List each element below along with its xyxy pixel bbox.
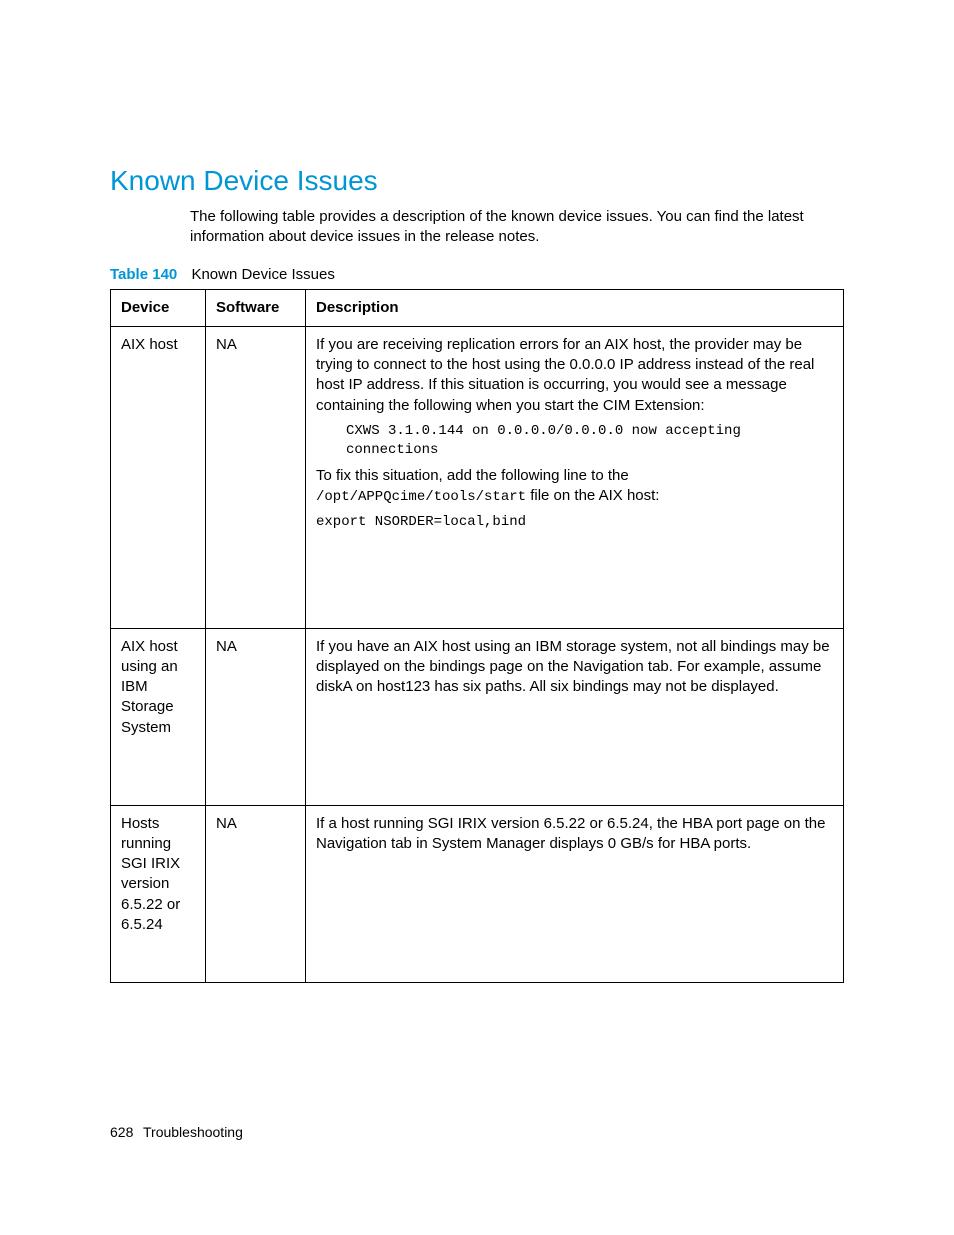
inline-code: /opt/APPQcime/tools/start xyxy=(316,489,526,505)
col-header-description: Description xyxy=(306,289,844,326)
cell-software: NA xyxy=(206,805,306,982)
cell-software: NA xyxy=(206,326,306,628)
cell-description: If you are receiving replication errors … xyxy=(306,326,844,628)
code-line: export NSORDER=local,bind xyxy=(316,513,833,532)
cell-description: If you have an AIX host using an IBM sto… xyxy=(306,628,844,805)
col-header-device: Device xyxy=(111,289,206,326)
cell-device: Hosts running SGI IRIX version 6.5.22 or… xyxy=(111,805,206,982)
document-page: Known Device Issues The following table … xyxy=(0,0,954,1235)
table-header-row: Device Software Description xyxy=(111,289,844,326)
table-title: Known Device Issues xyxy=(191,266,334,283)
table-row: Hosts running SGI IRIX version 6.5.22 or… xyxy=(111,805,844,982)
cell-description: If a host running SGI IRIX version 6.5.2… xyxy=(306,805,844,982)
col-header-software: Software xyxy=(206,289,306,326)
table-row: AIX host NA If you are receiving replica… xyxy=(111,326,844,628)
table-caption: Table 140 Known Device Issues xyxy=(110,266,844,283)
known-device-issues-table: Device Software Description AIX host NA … xyxy=(110,289,844,983)
desc-paragraph: To fix this situation, add the following… xyxy=(316,466,833,507)
footer-section: Troubleshooting xyxy=(143,1124,243,1140)
page-number: 628 xyxy=(110,1124,133,1140)
desc-paragraph: If a host running SGI IRIX version 6.5.2… xyxy=(316,814,833,855)
cell-software: NA xyxy=(206,628,306,805)
desc-paragraph: If you are receiving replication errors … xyxy=(316,335,833,416)
cell-device: AIX host using an IBM Storage System xyxy=(111,628,206,805)
section-heading: Known Device Issues xyxy=(110,165,844,197)
table-row: AIX host using an IBM Storage System NA … xyxy=(111,628,844,805)
desc-text: To fix this situation, add the following… xyxy=(316,467,629,484)
table-number: Table 140 xyxy=(110,266,177,283)
page-footer: 628 Troubleshooting xyxy=(110,1124,243,1140)
code-block: CXWS 3.1.0.144 on 0.0.0.0/0.0.0.0 now ac… xyxy=(346,422,833,460)
desc-text: file on the AIX host: xyxy=(526,487,659,504)
intro-paragraph: The following table provides a descripti… xyxy=(190,207,844,248)
cell-device: AIX host xyxy=(111,326,206,628)
desc-paragraph: If you have an AIX host using an IBM sto… xyxy=(316,637,833,698)
